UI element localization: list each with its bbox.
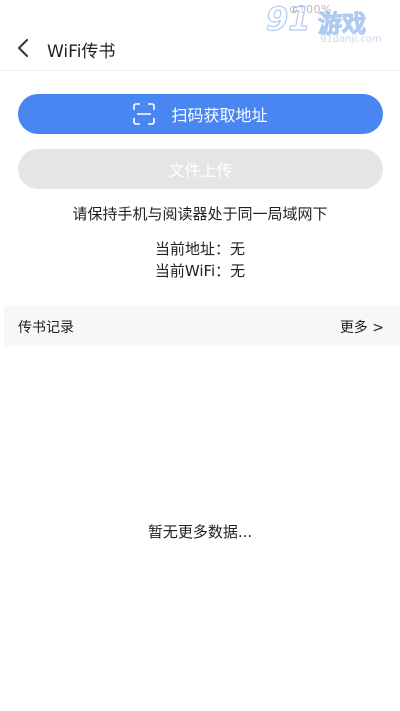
file-upload-label: 文件上传 <box>168 161 233 180</box>
chevron-left-icon <box>18 39 28 57</box>
scan-address-label: 扫码获取地址 <box>171 106 268 125</box>
current-wifi: 当前WiFi：无 <box>154 262 246 280</box>
nav-bar: WiFi传书 <box>0 26 400 70</box>
nav-divider <box>0 70 400 71</box>
back-button[interactable] <box>10 32 40 64</box>
scan-address-button[interactable]: 扫码获取地址 <box>18 94 383 134</box>
empty-state-text: 暂无更多数据... <box>147 523 253 541</box>
records-title: 传书记录 <box>18 320 74 336</box>
records-header: 传书记录 更多 > <box>4 306 400 346</box>
page-title: WiFi传书 <box>47 42 116 62</box>
file-upload-button[interactable]: 文件上传 <box>18 149 383 189</box>
scan-icon <box>133 103 156 125</box>
more-records-link[interactable]: 更多 > <box>340 317 384 337</box>
current-address: 当前地址：无 <box>154 240 245 258</box>
lan-hint-text: 请保持手机与阅读器处于同一局域网下 <box>72 205 328 223</box>
